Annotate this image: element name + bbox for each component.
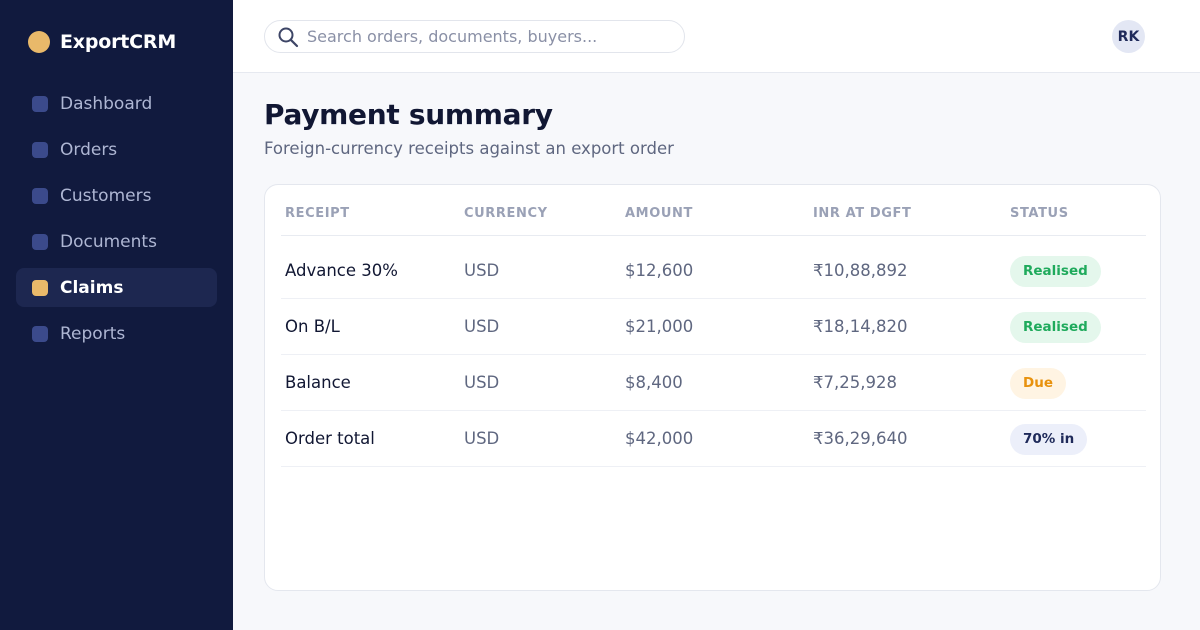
table-row-total[interactable]: Order total USD $42,000 ₹36,29,640 70% i… <box>281 411 1146 467</box>
sidebar-item-customers[interactable]: Customers <box>16 176 217 215</box>
orders-icon <box>32 141 48 158</box>
status-badge: Realised <box>1010 256 1101 287</box>
table-row[interactable]: On B/L USD $21,000 ₹18,14,820 Realised <box>281 299 1146 355</box>
cell-inr: ₹10,88,892 <box>813 261 908 280</box>
sidebar-item-label: Orders <box>60 139 118 160</box>
sidebar-item-dashboard[interactable]: Dashboard <box>16 84 217 123</box>
sidebar-item-documents[interactable]: Documents <box>16 222 217 261</box>
column-header-amount: AMOUNT <box>625 206 693 221</box>
sidebar-item-label: Customers <box>60 185 152 206</box>
page-subtitle: Foreign-currency receipts against an exp… <box>264 139 674 158</box>
sidebar-item-label: Claims <box>60 277 124 298</box>
search-input[interactable] <box>307 27 667 46</box>
sidebar-item-reports[interactable]: Reports <box>16 314 217 353</box>
search-icon <box>278 27 299 47</box>
cell-receipt: On B/L <box>285 317 340 336</box>
brand-name: ExportCRM <box>60 31 177 53</box>
cell-inr: ₹36,29,640 <box>813 429 908 448</box>
cell-amount: $8,400 <box>625 373 683 392</box>
sidebar-item-label: Dashboard <box>60 93 153 114</box>
dashboard-icon <box>32 95 48 112</box>
sidebar-item-orders[interactable]: Orders <box>16 130 217 169</box>
claims-icon <box>32 279 48 296</box>
status-badge: Realised <box>1010 312 1101 343</box>
cell-currency: USD <box>464 261 500 280</box>
sidebar-item-label: Reports <box>60 323 126 344</box>
status-badge: 70% in <box>1010 424 1088 455</box>
table-header: RECEIPT CURRENCY AMOUNT INR AT DGFT STAT… <box>281 185 1146 236</box>
column-header-currency: CURRENCY <box>464 206 548 221</box>
sidebar-item-label: Documents <box>60 231 157 252</box>
brand-logo-icon <box>28 31 50 53</box>
column-header-status: STATUS <box>1010 206 1069 221</box>
sidebar-item-claims[interactable]: Claims <box>16 268 217 307</box>
table-row[interactable]: Balance USD $8,400 ₹7,25,928 Due <box>281 355 1146 411</box>
topbar: RK <box>233 0 1200 73</box>
customers-icon <box>32 187 48 204</box>
cell-amount: $21,000 <box>625 317 694 336</box>
cell-inr: ₹18,14,820 <box>813 317 908 336</box>
cell-inr: ₹7,25,928 <box>813 373 897 392</box>
reports-icon <box>32 325 48 342</box>
cell-amount: $42,000 <box>625 429 694 448</box>
payment-table-card: RECEIPT CURRENCY AMOUNT INR AT DGFT STAT… <box>264 184 1161 591</box>
cell-receipt: Advance 30% <box>285 261 398 280</box>
page-title: Payment summary <box>264 98 553 131</box>
brand[interactable]: ExportCRM <box>28 30 176 54</box>
cell-currency: USD <box>464 317 500 336</box>
cell-receipt: Balance <box>285 373 351 392</box>
cell-currency: USD <box>464 373 500 392</box>
table-row[interactable]: Advance 30% USD $12,600 ₹10,88,892 Reali… <box>281 243 1146 299</box>
sidebar: ExportCRM Dashboard Orders Customers Doc… <box>0 0 233 630</box>
column-header-inr: INR AT DGFT <box>813 206 912 221</box>
cell-amount: $12,600 <box>625 261 694 280</box>
documents-icon <box>32 233 48 250</box>
sidebar-nav: Dashboard Orders Customers Documents Cla… <box>16 84 217 360</box>
column-header-receipt: RECEIPT <box>285 206 350 221</box>
search-box[interactable] <box>264 20 685 53</box>
cell-receipt: Order total <box>285 429 375 448</box>
avatar[interactable]: RK <box>1112 20 1145 53</box>
status-badge: Due <box>1010 368 1066 399</box>
cell-currency: USD <box>464 429 500 448</box>
